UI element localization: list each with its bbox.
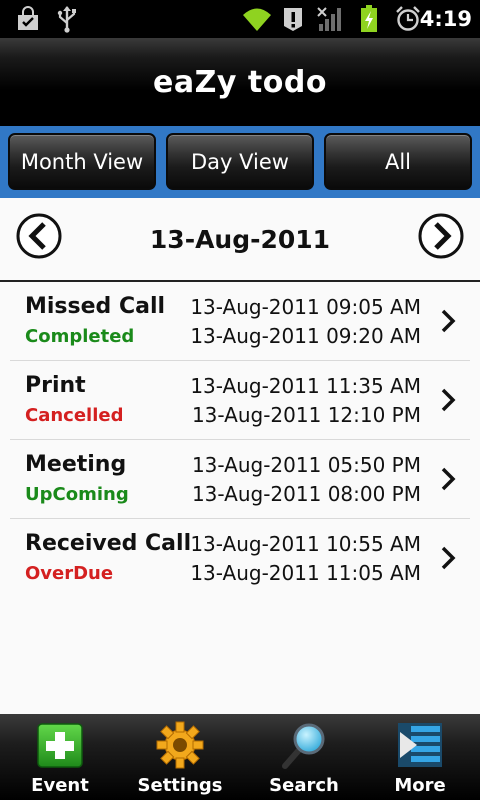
task-end-time: 13-Aug-2011 08:00 PM <box>191 482 421 506</box>
search-button[interactable]: Search <box>244 714 364 800</box>
app-title: eaZy todo <box>153 65 327 100</box>
task-end-time: 13-Aug-2011 12:10 PM <box>191 403 421 427</box>
task-status: Cancelled <box>25 405 124 426</box>
title-bar: eaZy todo <box>0 38 480 126</box>
bag-icon <box>14 0 42 38</box>
wifi-icon <box>240 0 274 38</box>
usb-icon <box>54 0 80 38</box>
alarm-icon <box>394 0 422 38</box>
task-start-time: 13-Aug-2011 05:50 PM <box>191 453 421 477</box>
next-day-button[interactable] <box>417 212 465 260</box>
chevron-right-circle-icon <box>418 213 464 259</box>
alert-icon <box>280 0 306 38</box>
settings-button[interactable]: Settings <box>120 714 240 800</box>
date-navigation: 13-Aug-2011 <box>0 198 480 282</box>
tab-day-view[interactable]: Day View <box>166 133 314 190</box>
tab-month-view[interactable]: Month View <box>8 133 156 190</box>
gear-icon <box>155 720 205 770</box>
task-content: 13-Aug-2011 Missed Call Completed 13-Aug… <box>0 198 480 714</box>
battery-icon <box>358 0 380 38</box>
view-tab-strip: Month View Day View All <box>0 126 480 198</box>
task-name: Missed Call <box>25 294 166 319</box>
clock-time: 4:19 <box>419 7 472 31</box>
task-row[interactable]: Meeting UpComing 13-Aug-2011 05:50 PM 13… <box>0 440 480 519</box>
task-name: Print <box>25 373 86 398</box>
settings-label: Settings <box>137 775 223 796</box>
signal-icon <box>316 0 346 38</box>
task-status: Completed <box>25 326 135 347</box>
task-name: Received Call <box>25 531 192 556</box>
more-icon <box>395 720 445 770</box>
task-row[interactable]: Missed Call Completed 13-Aug-2011 09:05 … <box>0 282 480 361</box>
bottom-action-bar: Event Settings Search More <box>0 714 480 800</box>
add-event-icon <box>35 720 85 770</box>
current-date: 13-Aug-2011 <box>149 225 331 254</box>
task-end-time: 13-Aug-2011 09:20 AM <box>190 324 421 348</box>
task-start-time: 13-Aug-2011 11:35 AM <box>190 374 421 398</box>
chevron-right-icon <box>441 546 456 570</box>
event-label: Event <box>31 775 89 796</box>
event-button[interactable]: Event <box>0 714 120 800</box>
task-status: UpComing <box>25 484 129 505</box>
chevron-right-icon <box>441 388 456 412</box>
chevron-right-icon <box>441 309 456 333</box>
task-start-time: 13-Aug-2011 10:55 AM <box>190 532 421 556</box>
status-bar: 4:19 <box>0 0 480 38</box>
more-button[interactable]: More <box>360 714 480 800</box>
magnifier-icon <box>279 720 329 770</box>
task-row[interactable]: Received Call OverDue 13-Aug-2011 10:55 … <box>0 519 480 598</box>
more-label: More <box>394 775 446 796</box>
chevron-right-icon <box>441 467 456 491</box>
search-label: Search <box>269 775 339 796</box>
task-name: Meeting <box>25 452 127 477</box>
task-status: OverDue <box>25 563 114 584</box>
tab-all[interactable]: All <box>324 133 472 190</box>
task-start-time: 13-Aug-2011 09:05 AM <box>190 295 421 319</box>
task-end-time: 13-Aug-2011 11:05 AM <box>190 561 421 585</box>
task-row[interactable]: Print Cancelled 13-Aug-2011 11:35 AM 13-… <box>0 361 480 440</box>
